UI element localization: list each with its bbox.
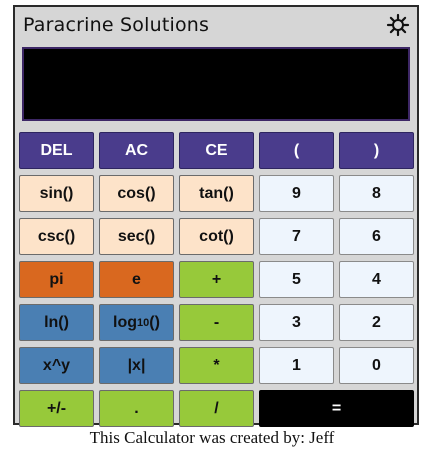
- open-paren-button[interactable]: (: [259, 132, 334, 169]
- digit-7-button[interactable]: 7: [259, 218, 334, 255]
- digit-4-button[interactable]: 4: [339, 261, 414, 298]
- cot-button[interactable]: cot(): [179, 218, 254, 255]
- all-clear-button[interactable]: AC: [99, 132, 174, 169]
- pi-button[interactable]: pi: [19, 261, 94, 298]
- digit-2-button[interactable]: 2: [339, 304, 414, 341]
- digit-1-button[interactable]: 1: [259, 347, 334, 384]
- gear-icon-graphic: [386, 13, 410, 37]
- tan-button[interactable]: tan(): [179, 175, 254, 212]
- cos-button[interactable]: cos(): [99, 175, 174, 212]
- digit-6-button[interactable]: 6: [339, 218, 414, 255]
- close-paren-button[interactable]: ): [339, 132, 414, 169]
- footer-credit: This Calculator was created by: Jeff: [89, 428, 335, 447]
- minus-button[interactable]: -: [179, 304, 254, 341]
- digit-5-button[interactable]: 5: [259, 261, 334, 298]
- ln-button[interactable]: ln(): [19, 304, 94, 341]
- multiply-button[interactable]: *: [179, 347, 254, 384]
- app-title: Paracrine Solutions: [23, 14, 210, 36]
- log10-label-suffix: (): [149, 313, 160, 331]
- digit-8-button[interactable]: 8: [339, 175, 414, 212]
- divide-button[interactable]: /: [179, 390, 254, 427]
- plus-button[interactable]: +: [179, 261, 254, 298]
- digit-9-button[interactable]: 9: [259, 175, 334, 212]
- digit-0-button[interactable]: 0: [339, 347, 414, 384]
- calculator-display: [22, 47, 410, 121]
- log10-label-prefix: log: [113, 313, 138, 331]
- del-button[interactable]: DEL: [19, 132, 94, 169]
- sec-button[interactable]: sec(): [99, 218, 174, 255]
- log10-button[interactable]: log 10(): [99, 304, 174, 341]
- power-button[interactable]: x^y: [19, 347, 94, 384]
- clear-entry-button[interactable]: CE: [179, 132, 254, 169]
- equals-button[interactable]: =: [259, 390, 414, 427]
- csc-button[interactable]: csc(): [19, 218, 94, 255]
- calculator-panel: Paracrine Solutions DEL AC CE ( ) sin() …: [13, 5, 419, 427]
- log10-label-base: 10: [137, 316, 150, 329]
- decimal-point-button[interactable]: .: [99, 390, 174, 427]
- gear-icon[interactable]: [385, 12, 411, 38]
- e-button[interactable]: e: [99, 261, 174, 298]
- absolute-value-button[interactable]: |x|: [99, 347, 174, 384]
- negate-button[interactable]: +/-: [19, 390, 94, 427]
- digit-3-button[interactable]: 3: [259, 304, 334, 341]
- sin-button[interactable]: sin(): [19, 175, 94, 212]
- keypad: DEL AC CE ( ) sin() cos() tan() 9 8 csc(…: [19, 132, 415, 427]
